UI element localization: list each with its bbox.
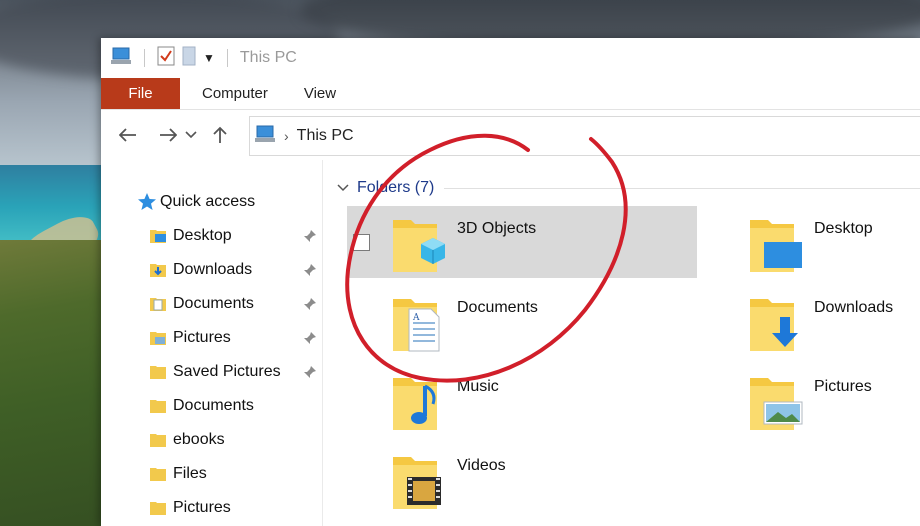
quick-access-item[interactable]: Quick access — [137, 188, 255, 216]
folder-icon[interactable] — [181, 46, 197, 71]
file-explorer-window: ▼ This PC File Computer View › This PC Q… — [101, 38, 920, 526]
address-bar[interactable]: › This PC — [249, 116, 920, 156]
group-label: Folders (7) — [357, 179, 435, 196]
folder-icon — [150, 434, 166, 447]
downloads-folder-icon — [750, 299, 798, 351]
tab-view[interactable]: View — [290, 78, 358, 109]
pin-icon[interactable] — [303, 263, 317, 277]
folder-icon — [150, 502, 166, 515]
sidebar-item-pictures[interactable]: Pictures — [149, 324, 231, 352]
sidebar-item-downloads[interactable]: Downloads — [149, 256, 252, 284]
svg-text:A: A — [412, 313, 420, 323]
folder-name: Documents — [457, 299, 538, 316]
sidebar-item-documents[interactable]: Documents — [149, 290, 254, 318]
wallpaper-forest — [0, 240, 110, 526]
breadcrumb-chevron-icon[interactable]: › — [284, 128, 289, 144]
sidebar-item-label: Desktop — [173, 227, 232, 244]
checklist-icon[interactable] — [157, 46, 175, 71]
sidebar-item-label: Downloads — [173, 261, 253, 278]
recent-chevron-icon[interactable] — [182, 131, 200, 139]
group-header[interactable]: Folders (7) — [337, 178, 920, 198]
pin-icon[interactable] — [303, 229, 317, 243]
navigation-bar: › This PC — [101, 110, 920, 160]
folder-tile-downloads[interactable]: Downloads — [704, 285, 920, 357]
sidebar-item-desktop[interactable]: Desktop — [149, 222, 232, 250]
toolbar-separator — [144, 49, 145, 67]
pin-icon[interactable] — [303, 331, 317, 345]
group-divider — [444, 187, 920, 189]
documents-folder-icon: A — [393, 299, 440, 352]
folder-tile-pictures[interactable]: Pictures — [704, 364, 920, 436]
quick-access-label: Quick access — [160, 193, 256, 210]
sidebar-item-label: Documents — [173, 295, 254, 312]
folder-tile-desktop[interactable]: Desktop — [704, 206, 920, 278]
ribbon-tabs: File Computer View — [101, 78, 920, 110]
selection-checkbox[interactable] — [353, 234, 370, 251]
sidebar-item-label: Saved Pictures — [173, 363, 281, 380]
computer-icon[interactable] — [110, 46, 132, 71]
pictures-folder-icon — [750, 378, 803, 430]
content-area: Folders (7) 3D Objects Desktop A Documen… — [323, 160, 920, 526]
tab-file[interactable]: File — [101, 78, 180, 109]
sidebar-item-pictures[interactable]: Pictures — [149, 494, 231, 522]
computer-icon — [254, 124, 276, 149]
desktop-folder-icon — [150, 230, 166, 243]
folder-name: Downloads — [814, 299, 894, 316]
folder-icon — [150, 400, 166, 413]
sidebar-item-ebooks[interactable]: ebooks — [149, 426, 225, 454]
pictures-folder-icon — [150, 332, 166, 345]
sidebar-item-documents[interactable]: Documents — [149, 392, 254, 420]
quick-access-toolbar: ▼ — [101, 46, 234, 71]
window-title: This PC — [239, 49, 297, 66]
up-arrow-icon[interactable] — [206, 126, 234, 144]
forward-arrow-icon[interactable] — [154, 128, 182, 142]
navigation-pane: Quick access Desktop Downloads Documents — [101, 160, 323, 526]
folder-name: Music — [457, 378, 499, 395]
chevron-down-icon[interactable] — [337, 184, 349, 192]
sidebar-item-label: Pictures — [173, 329, 231, 346]
folder-tile-3d-objects[interactable]: 3D Objects — [347, 206, 697, 278]
desktop-folder-icon — [750, 220, 802, 272]
folder-icon — [150, 468, 166, 481]
pin-icon[interactable] — [303, 365, 317, 379]
folder-name: Pictures — [814, 378, 872, 395]
sidebar-item-label: Pictures — [173, 499, 231, 516]
sidebar-item-label: ebooks — [173, 431, 225, 448]
folder-tile-videos[interactable]: Videos — [347, 443, 697, 515]
breadcrumb[interactable]: This PC — [297, 127, 354, 145]
back-arrow-icon[interactable] — [114, 128, 142, 142]
folder-name: Videos — [457, 457, 506, 474]
star-icon — [138, 193, 156, 210]
pin-icon[interactable] — [303, 297, 317, 311]
folder-name: 3D Objects — [457, 220, 537, 237]
caret-down-icon[interactable]: ▼ — [203, 51, 215, 65]
title-bar: ▼ This PC — [101, 38, 920, 78]
toolbar-separator — [226, 49, 228, 67]
folder-icon — [150, 366, 166, 379]
sidebar-item-files[interactable]: Files — [149, 460, 207, 488]
tab-computer[interactable]: Computer — [180, 78, 290, 109]
sidebar-item-label: Files — [173, 465, 207, 482]
folder-name: Desktop — [814, 220, 873, 237]
sidebar-item-saved-pictures[interactable]: Saved Pictures — [149, 358, 281, 386]
documents-folder-icon — [150, 298, 166, 311]
downloads-folder-icon — [150, 264, 166, 277]
sidebar-item-label: Documents — [173, 397, 254, 414]
music-folder-icon — [393, 378, 437, 430]
3d-objects-folder-icon — [393, 220, 445, 272]
folder-tile-music[interactable]: Music — [347, 364, 697, 436]
videos-folder-icon — [393, 457, 441, 509]
folder-tile-documents[interactable]: A Documents — [347, 285, 697, 357]
